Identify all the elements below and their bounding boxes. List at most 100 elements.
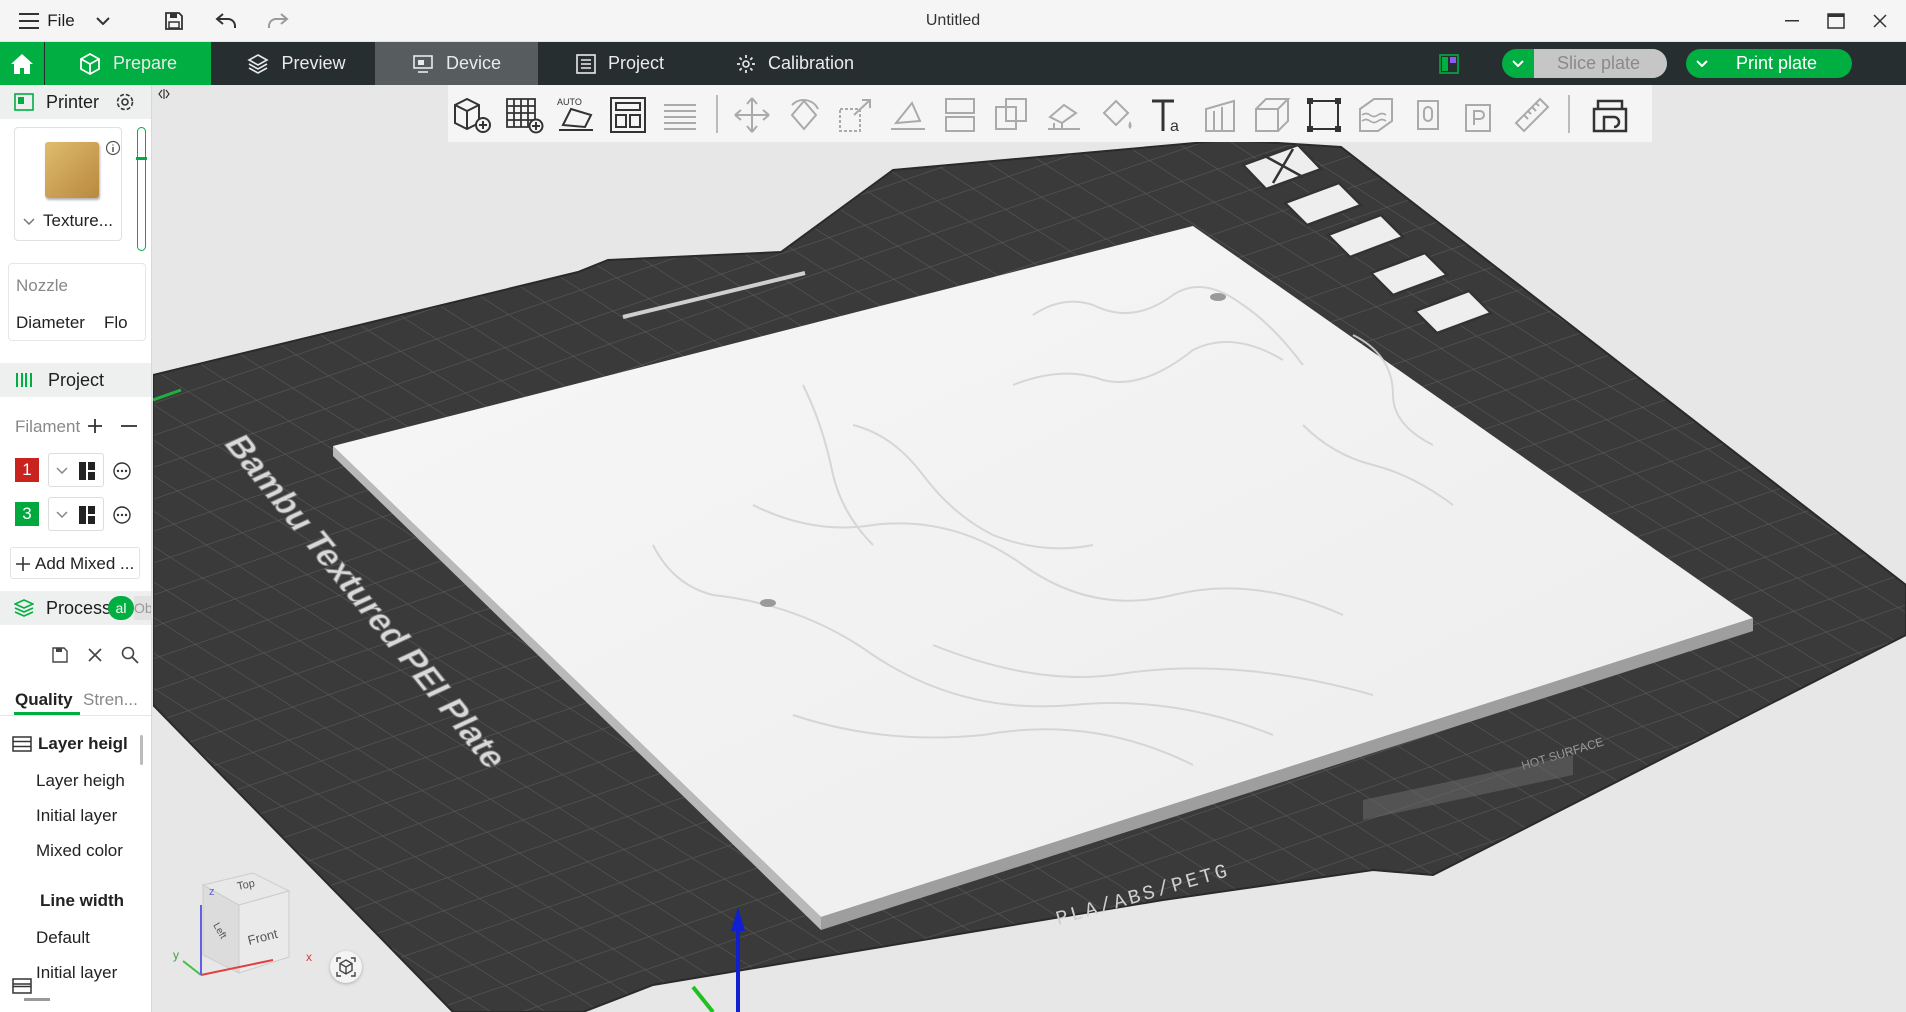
save-preset-button[interactable] [50,645,70,665]
slice-dropdown[interactable] [1506,52,1530,75]
setting-initial-layer-height: Initial layer [36,806,118,825]
toggle-global-label: al [115,600,127,616]
remove-filament-button[interactable] [118,415,140,437]
lay-on-face-button[interactable] [886,93,930,137]
tab-prepare-label: Prepare [112,53,178,73]
menu-dropdown-button[interactable] [88,0,118,42]
toggle-global[interactable]: al [108,596,134,620]
global-object-toggle[interactable]: al Ob [108,596,152,620]
close-button[interactable] [1858,0,1902,42]
auto-orient-button[interactable]: AUTO [554,93,598,137]
print-dropdown[interactable] [1690,52,1714,75]
3d-scene[interactable]: Bambu Textured PEI Plate PLA/ABS/PETG HO… [153,85,1906,1012]
add-object-button[interactable] [450,93,494,137]
support-paint-button[interactable] [1042,93,1086,137]
info-icon[interactable] [105,140,121,156]
tab-home[interactable] [0,42,44,85]
print-plate-button[interactable]: Print plate [1686,49,1852,78]
redo-button[interactable] [262,0,294,42]
reset-view-button[interactable] [330,951,362,983]
view-cube-graphic[interactable]: Top Front Left x y z [173,865,323,995]
layers-lines-icon [664,104,696,130]
project-section-header: Project [0,363,151,397]
discard-preset-button[interactable] [85,645,105,665]
save-button[interactable] [158,0,190,42]
seam-paint-button[interactable] [1198,93,1242,137]
chevron-down-icon [56,511,68,518]
filament-row[interactable]: 1 [0,453,151,489]
tab-strength[interactable]: Stren... [83,690,138,710]
split-layers-button[interactable] [658,93,702,137]
collapse-sidebar-button[interactable] [157,87,171,101]
tab-preview[interactable]: Preview [224,42,369,85]
filament-swatch[interactable]: 1 [15,458,39,482]
chevron-down-icon [96,17,110,25]
layout-toggle-button[interactable] [1438,53,1460,75]
bounding-box-button[interactable] [1302,93,1346,137]
bounding-box-icon [1307,98,1341,132]
tab-quality[interactable]: Quality [15,690,73,710]
tab-calibration[interactable]: Calibration [710,42,880,85]
object-toolbar: AUTO a [448,85,1652,142]
add-filament-button[interactable] [84,415,106,437]
plus-icon [16,557,30,571]
fuzzy-skin-button[interactable] [1354,93,1398,137]
text-tool-button[interactable]: a [1146,93,1190,137]
maximize-button[interactable] [1814,0,1858,42]
slice-plate-button[interactable]: Slice plate [1502,49,1667,78]
filament-row[interactable]: 3 [0,497,151,533]
setting-mixed-color: Mixed color [36,841,123,860]
tab-project[interactable]: Project [560,42,680,85]
arrange-icon [610,97,646,133]
search-settings-button[interactable] [120,645,140,665]
redo-icon [268,13,289,28]
plate-view-button[interactable] [1458,93,1502,137]
svg-text:a: a [1170,118,1179,135]
measure-box-button[interactable] [1250,93,1294,137]
assembly-explode-button[interactable] [1588,93,1632,137]
tab-device[interactable]: Device [375,42,538,85]
scale-button[interactable] [834,93,878,137]
boolean-button[interactable] [990,93,1034,137]
support-paint-icon [1048,103,1080,130]
filament-select[interactable] [48,497,104,531]
undo-icon [215,13,236,28]
more-options-icon[interactable] [112,461,132,481]
undo-button[interactable] [210,0,242,42]
color-paint-button[interactable] [1094,93,1138,137]
move-icon [734,97,770,133]
toggle-object[interactable]: Ob [134,596,152,620]
auto-orient-icon: AUTO [557,97,593,131]
layer-height-group-title: Layer heigl [38,734,128,753]
plate-card[interactable]: Texture... [14,127,122,241]
arrange-button[interactable] [606,93,650,137]
assembly-view-button[interactable] [1406,93,1450,137]
cut-button[interactable] [938,93,982,137]
printer-scrollbar[interactable] [137,127,146,251]
measure-button[interactable] [1510,93,1554,137]
rotate-button[interactable] [782,93,826,137]
fuzzy-skin-icon [1359,98,1393,132]
panel-resize-handle[interactable] [24,998,50,1001]
line-width-group-title: Line width [40,891,125,910]
move-button[interactable] [730,93,774,137]
minimize-button[interactable] [1770,0,1814,42]
view-cube[interactable]: Top Front Left x y z [173,865,323,995]
more-options-icon[interactable] [112,505,132,525]
filament-select[interactable] [48,453,104,487]
settings-scrollbar[interactable] [140,735,143,765]
chevron-down-icon[interactable] [23,218,35,225]
bambu-logo-icon [79,506,95,524]
assembly-icon [1417,100,1439,130]
filament-swatch[interactable]: 3 [15,502,39,526]
add-plate-button[interactable] [502,93,546,137]
textured-plate-thumbnail [45,142,99,198]
main-menu-button[interactable]: File [12,0,82,42]
toggle-object-label: Ob [134,600,152,616]
settings-icon[interactable] [115,92,135,112]
3d-viewport[interactable]: Bambu Textured PEI Plate PLA/ABS/PETG HO… [153,85,1906,1012]
main-tab-bar: Prepare Preview Device Project Calibrati… [0,42,1906,85]
add-mixed-filament-button[interactable]: Add Mixed ... [10,547,140,579]
tab-prepare[interactable]: Prepare [45,42,211,85]
axis-y-label: y [173,948,179,962]
